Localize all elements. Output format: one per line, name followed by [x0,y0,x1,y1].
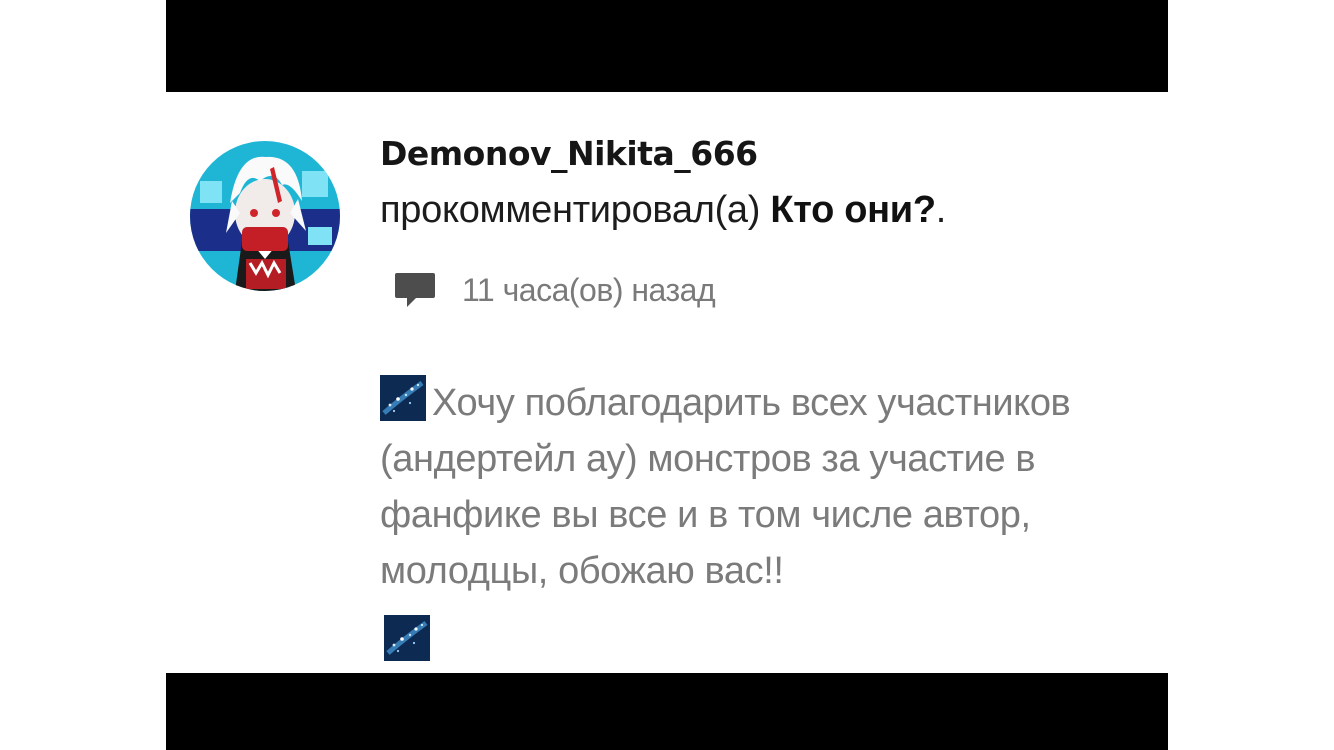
comment-body: Хочу поблагодарить всех участников (анде… [380,375,1160,599]
comment-meta: 11 часа(ов) назад [394,270,716,310]
action-line: прокомментировал(а) Кто они?. [380,189,946,232]
starry-sky-sticker [380,375,426,421]
letterbox-bottom [166,673,1168,750]
post-title-suffix: . [935,189,947,231]
starry-sky-sticker [384,615,430,661]
comment-notification-card[interactable]: Demonov_Nikita_666 прокомментировал(а) К… [166,92,1168,673]
comment-bubble-icon [395,273,435,307]
user-avatar[interactable] [190,141,340,291]
username[interactable]: Demonov_Nikita_666 [380,134,758,173]
post-title-link[interactable]: Кто они? [770,189,936,231]
letterbox-top [166,0,1168,92]
time-ago: 11 часа(ов) назад [462,271,716,308]
action-text: прокомментировал(а) [380,189,771,231]
comment-text: Хочу поблагодарить всех участников (анде… [380,382,1071,592]
